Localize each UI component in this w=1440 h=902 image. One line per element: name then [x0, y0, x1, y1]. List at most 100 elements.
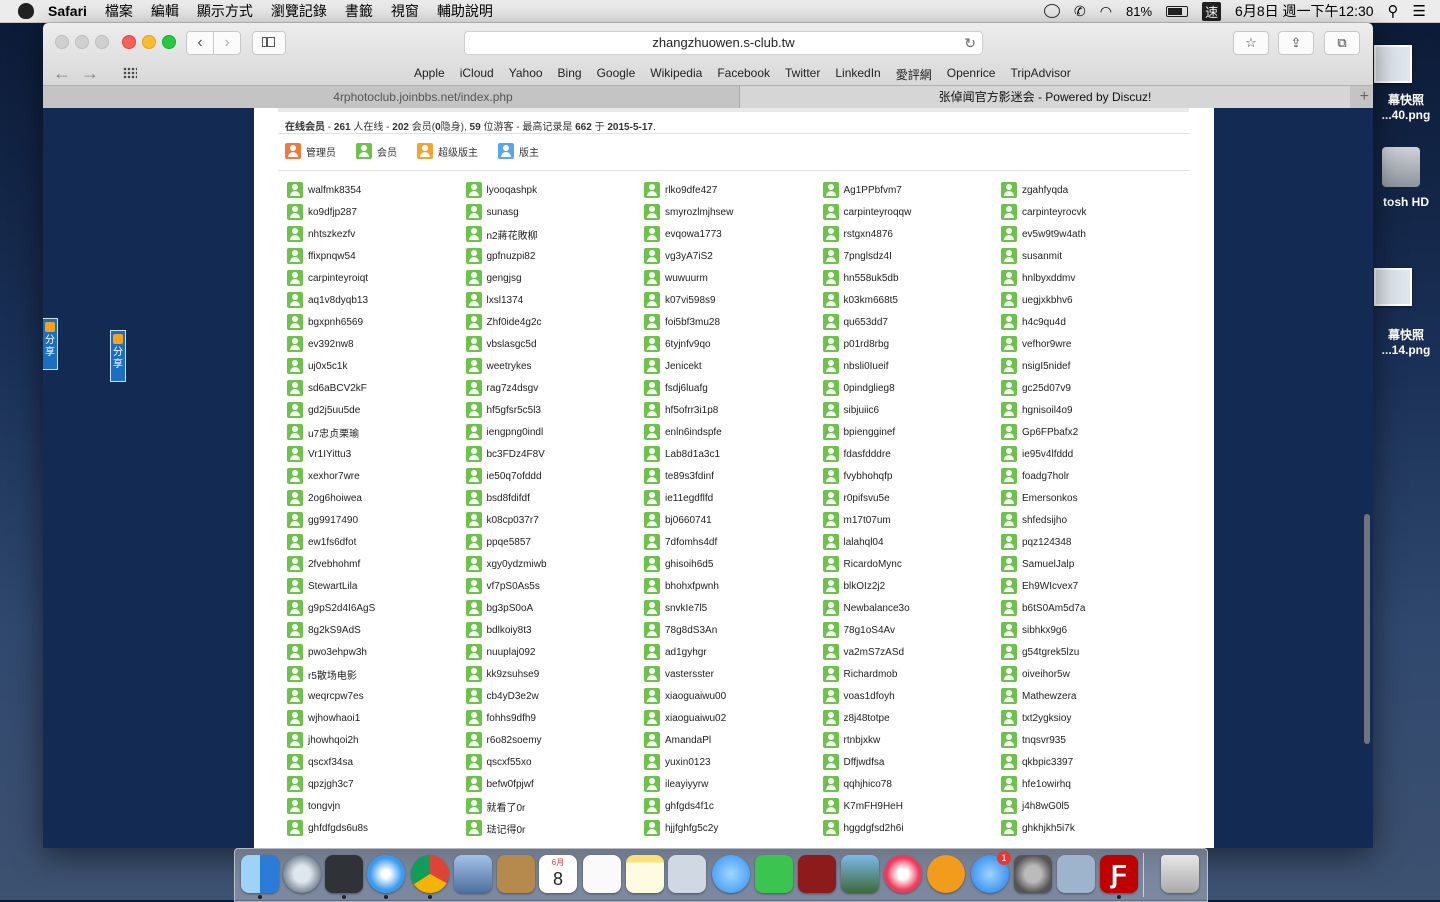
username-link[interactable]: wjhowhaoi1	[308, 713, 360, 724]
username-link[interactable]: Lab8d1a3c1	[665, 449, 720, 460]
online-user[interactable]: bdlkoiy8t3	[465, 619, 645, 641]
username-link[interactable]: nsigI5nidef	[1022, 361, 1070, 372]
username-link[interactable]: xiaoguaiwu02	[665, 713, 726, 724]
online-user[interactable]: hf5gfsr5c5l3	[465, 399, 645, 421]
menu-help[interactable]: 輔助說明	[437, 1, 493, 21]
username-link[interactable]: tongvjn	[308, 801, 340, 812]
online-user[interactable]: 琺记得0r	[465, 817, 645, 839]
username-link[interactable]: ie95v4lfddd	[1022, 449, 1073, 460]
desktop-screenshot-file-2[interactable]: 幕快照 ...14.png	[1372, 268, 1440, 357]
address-bar[interactable]: zhangzhuowen.s-club.tw ↻	[464, 31, 983, 55]
migration-assistant-icon[interactable]	[1057, 855, 1095, 893]
username-link[interactable]: ghfgds4f1c	[665, 801, 714, 812]
username-link[interactable]: u7忠贞栗瑜	[308, 425, 359, 440]
online-user[interactable]: k08cp037r7	[465, 509, 645, 531]
username-link[interactable]: yuxin0123	[665, 757, 711, 768]
username-link[interactable]: qpzjgh3c7	[308, 779, 354, 790]
online-user[interactable]: k07vi598s9	[644, 289, 823, 311]
photo-browser-icon[interactable]	[325, 855, 363, 893]
ibooks-icon[interactable]	[927, 855, 965, 893]
username-link[interactable]: gd2j5uu5de	[308, 405, 360, 416]
online-user[interactable]: walfmk8354	[287, 179, 466, 201]
online-user[interactable]: ew1fs6dfot	[287, 531, 466, 553]
username-link[interactable]: uj0x5c1k	[308, 361, 347, 372]
online-user[interactable]: 8g2kS9AdS	[287, 619, 466, 641]
online-user[interactable]: fdasfdddre	[822, 443, 1002, 465]
username-link[interactable]: 2fvebhohmf	[308, 559, 360, 570]
username-link[interactable]: 8g2kS9AdS	[308, 625, 361, 636]
online-user[interactable]: gc25d07v9	[1001, 377, 1180, 399]
username-link[interactable]: Ag1PPbfvm7	[844, 185, 902, 196]
username-link[interactable]: vf7pS0As5s	[487, 581, 540, 592]
menu-view[interactable]: 顯示方式	[197, 1, 253, 21]
online-user[interactable]: enln6indspfe	[644, 421, 823, 443]
online-user[interactable]: foadg7holr	[1001, 465, 1180, 487]
online-user[interactable]: vbslasgc5d	[465, 333, 645, 355]
online-user[interactable]: ghfdfgds6u8s	[287, 817, 466, 839]
username-link[interactable]: gengjsg	[487, 273, 522, 284]
username-link[interactable]: qkbpic3397	[1022, 757, 1073, 768]
username-link[interactable]: qscxf34sa	[308, 757, 353, 768]
online-user[interactable]: txt2ygksioy	[1001, 707, 1180, 729]
online-user[interactable]: hf5ofrr3i1p8	[644, 399, 823, 421]
online-user[interactable]: voas1dfoyh	[822, 685, 1002, 707]
favorite-link[interactable]: Wikipedia	[650, 66, 702, 83]
username-link[interactable]: p01rd8rbg	[844, 339, 890, 350]
online-user[interactable]: gd2j5uu5de	[287, 399, 466, 421]
share-widget[interactable]: 分享	[110, 330, 126, 382]
online-user[interactable]: snvkIe7l5	[644, 597, 823, 619]
online-user[interactable]: xgy0ydzmiwb	[465, 553, 645, 575]
online-user[interactable]: p01rd8rbg	[822, 333, 1002, 355]
online-user[interactable]: bhohxfpwnh	[644, 575, 823, 597]
online-user[interactable]: wuwuurm	[644, 267, 823, 289]
online-user[interactable]: sunasg	[465, 201, 645, 223]
online-user[interactable]: sd6aBCV2kF	[287, 377, 466, 399]
username-link[interactable]: foi5bf3mu28	[665, 317, 720, 328]
username-link[interactable]: k07vi598s9	[665, 295, 716, 306]
favorite-link[interactable]: Bing	[558, 66, 582, 83]
username-link[interactable]: g54tgrek5lzu	[1022, 647, 1079, 658]
online-user[interactable]: r6o82soemy	[465, 729, 645, 751]
username-link[interactable]: hgnisoil4o9	[1022, 405, 1073, 416]
online-user[interactable]: nhtszkezfv	[287, 223, 466, 245]
username-link[interactable]: xiaoguaiwu00	[665, 691, 726, 702]
username-link[interactable]: shfedsijho	[1022, 515, 1067, 526]
username-link[interactable]: pwo3ehpw3h	[308, 647, 367, 658]
username-link[interactable]: zgahfyqda	[1022, 185, 1068, 196]
username-link[interactable]: xgy0ydzmiwb	[487, 559, 547, 570]
online-user[interactable]: lxsl1374	[465, 289, 645, 311]
online-user[interactable]: Newbalance3o	[822, 597, 1002, 619]
online-user[interactable]: hnlbyxddmv	[1001, 267, 1180, 289]
username-link[interactable]: xexhor7wre	[308, 471, 360, 482]
online-user[interactable]: ileayiyyrw	[644, 773, 823, 795]
online-user[interactable]: qscxf34sa	[287, 751, 466, 773]
username-link[interactable]: ie50q7ofddd	[487, 471, 542, 482]
username-link[interactable]: Emersonkos	[1022, 493, 1078, 504]
username-link[interactable]: evqowa1773	[665, 229, 722, 240]
online-user[interactable]: evqowa1773	[644, 223, 823, 245]
username-link[interactable]: hfe1owirhq	[1022, 779, 1071, 790]
online-user[interactable]: K7mFH9HeH	[822, 795, 1002, 817]
contacts-icon[interactable]	[497, 855, 535, 893]
trash-icon[interactable]	[1161, 855, 1199, 893]
menu-edit[interactable]: 編輯	[151, 1, 179, 21]
calendar-icon[interactable]: 6月 8	[539, 855, 577, 893]
online-user[interactable]: zgahfyqda	[1001, 179, 1180, 201]
username-link[interactable]: 78g8dS3An	[665, 625, 717, 636]
username-link[interactable]: Gp6FPbafx2	[1022, 427, 1078, 438]
username-link[interactable]: sd6aBCV2kF	[308, 383, 367, 394]
username-link[interactable]: vg3yA7iS2	[665, 251, 713, 262]
username-link[interactable]: ghfdfgds6u8s	[308, 823, 368, 834]
username-link[interactable]: gg9917490	[308, 515, 358, 526]
online-user[interactable]: smyrozlmjhsew	[644, 201, 823, 223]
username-link[interactable]: gpfnuzpi82	[487, 251, 536, 262]
online-user[interactable]: uegjxkbhv6	[1001, 289, 1180, 311]
online-user[interactable]: bg3pS0oA	[465, 597, 645, 619]
tab-4rphotoclub[interactable]: 4rphotoclub.joinbbs.net/index.php	[107, 86, 740, 108]
username-link[interactable]: Zhf0ide4g2c	[487, 317, 542, 328]
username-link[interactable]: ev392nw8	[308, 339, 354, 350]
phone-icon[interactable]: ✆	[1074, 3, 1086, 20]
battery-icon[interactable]	[1166, 5, 1189, 17]
username-link[interactable]: enln6indspfe	[665, 427, 722, 438]
online-user[interactable]: lyooqashpk	[465, 179, 645, 201]
